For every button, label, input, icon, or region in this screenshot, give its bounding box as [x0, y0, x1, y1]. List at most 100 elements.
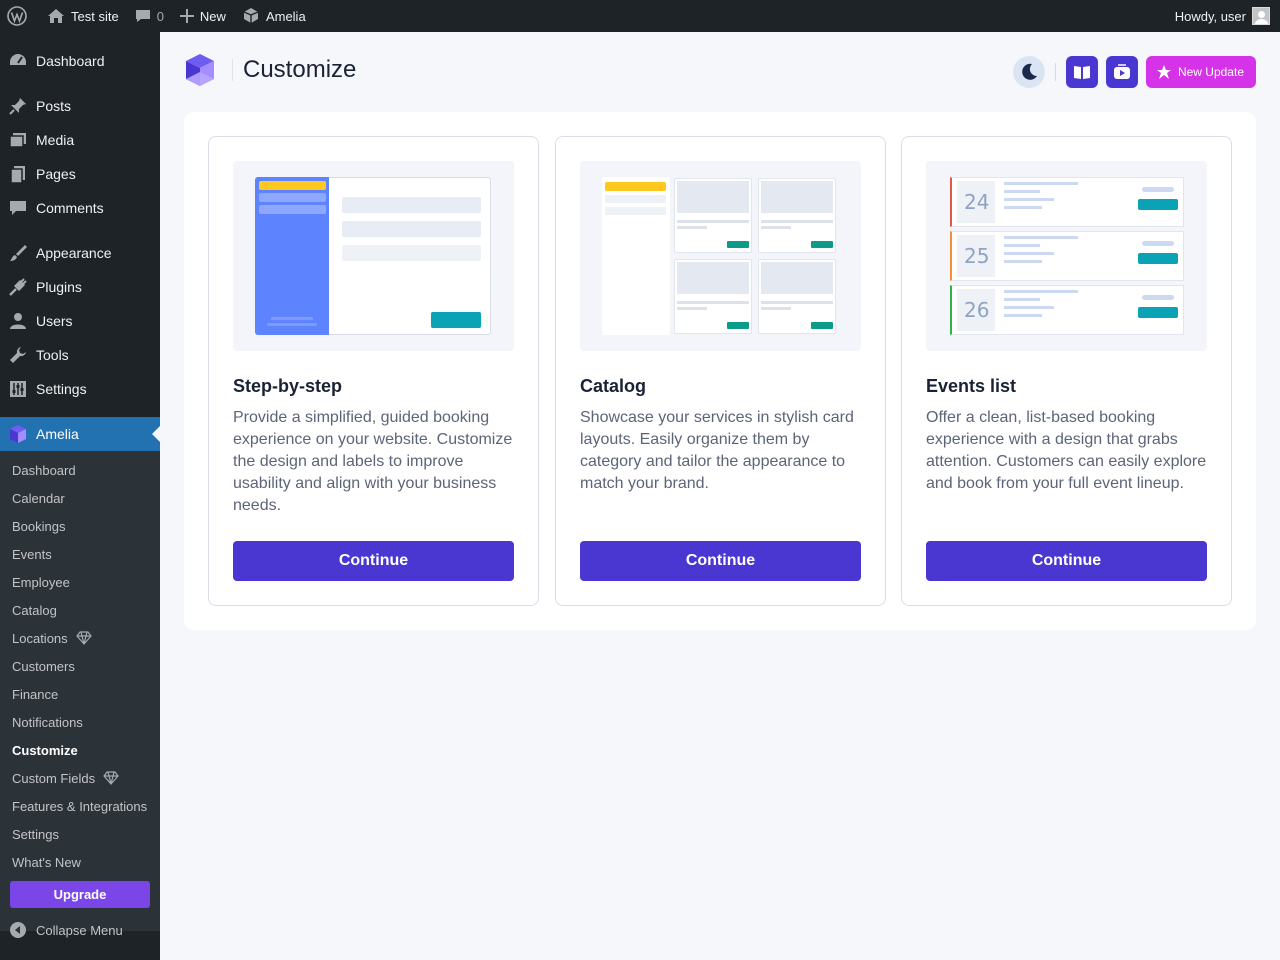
submenu-customers[interactable]: Customers — [12, 652, 75, 680]
sidebar-item-label: Plugins — [36, 279, 82, 295]
sparkle-icon — [1156, 65, 1171, 79]
comment-icon — [135, 10, 150, 22]
sidebar-item-tools[interactable]: Tools — [0, 338, 160, 372]
submenu-employee[interactable]: Employee — [12, 568, 70, 596]
submenu-custom-fields[interactable]: Custom Fields — [12, 764, 119, 792]
submenu-features-integrations[interactable]: Features & Integrations — [12, 792, 147, 820]
site-name: Test site — [71, 8, 119, 24]
card-description: Showcase your services in stylish card l… — [580, 409, 854, 492]
header-tools: New Update — [1012, 56, 1256, 88]
howdy-text: Howdy, user — [1174, 8, 1246, 24]
sidebar-item-label: Appearance — [36, 245, 112, 261]
video-tutorials-button[interactable] — [1105, 56, 1138, 88]
submenu-label: Customers — [12, 658, 75, 674]
submenu-events[interactable]: Events — [12, 540, 52, 568]
amelia-logo-icon — [0, 424, 36, 444]
amelia-submenu: Dashboard Calendar Bookings Events Emplo… — [0, 451, 160, 931]
submenu-label: Employee — [12, 574, 70, 590]
new-content-link[interactable]: New — [172, 0, 234, 32]
wrench-icon — [0, 345, 36, 365]
event-day: 26 — [964, 298, 990, 322]
submenu-label: Locations — [12, 630, 68, 646]
sidebar-item-pages[interactable]: Pages — [0, 157, 160, 191]
amelia-icon — [243, 8, 259, 23]
card-title: Events list — [926, 376, 1017, 396]
continue-button[interactable]: Continue — [580, 541, 861, 581]
new-update-label: New Update — [1177, 65, 1244, 79]
sidebar-item-label: Dashboard — [36, 53, 105, 69]
submenu-calendar[interactable]: Calendar — [12, 484, 65, 512]
dashboard-icon — [0, 51, 36, 71]
home-icon — [48, 9, 64, 23]
submenu-label: Dashboard — [12, 462, 76, 478]
sidebar-item-posts[interactable]: Posts — [0, 89, 160, 123]
diamond-icon — [103, 771, 119, 785]
page-title: Customize — [232, 58, 356, 82]
submenu-label: Custom Fields — [12, 770, 96, 786]
sidebar-item-users[interactable]: Users — [0, 304, 160, 338]
sidebar-item-comments[interactable]: Comments — [0, 191, 160, 225]
divider — [1054, 63, 1056, 81]
sidebar-item-label: Media — [36, 132, 75, 148]
sidebar-item-label: Pages — [36, 166, 76, 182]
comments-link[interactable]: 0 — [127, 0, 172, 32]
collapse-menu-button[interactable]: Collapse Menu — [0, 913, 123, 947]
diamond-icon — [75, 631, 92, 645]
sidebar-item-amelia[interactable]: Amelia — [0, 417, 160, 451]
submenu-notifications[interactable]: Notifications — [12, 708, 83, 736]
card-description: Provide a simplified, guided booking exp… — [233, 409, 513, 514]
sidebar-item-settings[interactable]: Settings — [0, 372, 160, 406]
sidebar-item-appearance[interactable]: Appearance — [0, 236, 160, 270]
site-name-link[interactable]: Test site — [35, 0, 127, 32]
catalog-card: Catalog Showcase your services in stylis… — [555, 136, 886, 606]
submenu-label: Catalog — [12, 602, 57, 618]
submenu-dashboard[interactable]: Dashboard — [12, 456, 76, 484]
event-day: 24 — [964, 190, 990, 214]
sidebar-item-label: Users — [36, 313, 73, 329]
upgrade-button[interactable]: Upgrade — [10, 881, 150, 908]
dark-mode-toggle[interactable] — [1012, 56, 1045, 88]
sidebar-item-label: Amelia — [36, 426, 79, 442]
submenu-label: Bookings — [12, 518, 66, 534]
submenu-settings[interactable]: Settings — [12, 820, 59, 848]
submenu-label: What's New — [12, 854, 81, 870]
card-title: Catalog — [580, 376, 647, 396]
events-list-preview: 24 25 26 — [926, 161, 1207, 351]
step-by-step-preview — [233, 161, 514, 351]
admin-bar: Test site 0 New Amelia Howdy, user — [0, 0, 1280, 32]
media-icon — [0, 130, 36, 150]
submenu-label: Features & Integrations — [12, 798, 148, 814]
collapse-label: Collapse Menu — [36, 922, 123, 938]
card-description: Offer a clean, list-based booking experi… — [926, 409, 1207, 492]
submenu-label: Settings — [12, 826, 59, 842]
documentation-button[interactable] — [1065, 56, 1098, 88]
sidebar-item-label: Tools — [36, 347, 69, 363]
plug-icon — [0, 277, 36, 297]
wordpress-logo-icon[interactable] — [0, 0, 35, 32]
submenu-finance[interactable]: Finance — [12, 680, 58, 708]
submenu-whats-new[interactable]: What's New — [12, 848, 81, 876]
new-update-button[interactable]: New Update — [1145, 56, 1256, 88]
sidebar-item-label: Settings — [36, 381, 87, 397]
amelia-adminbar-link[interactable]: Amelia — [234, 0, 314, 32]
my-account-link[interactable]: Howdy, user — [1167, 0, 1280, 32]
submenu-customize[interactable]: Customize — [12, 736, 78, 764]
sidebar-item-media[interactable]: Media — [0, 123, 160, 157]
sliders-icon — [0, 379, 36, 399]
plus-icon — [179, 9, 194, 23]
submenu-bookings[interactable]: Bookings — [12, 512, 65, 540]
continue-button[interactable]: Continue — [926, 541, 1207, 581]
collapse-arrow-icon — [0, 921, 36, 939]
avatar — [1252, 7, 1270, 25]
page-header: Customize — [184, 52, 356, 88]
submenu-label: Finance — [12, 686, 59, 702]
submenu-locations[interactable]: Locations — [12, 624, 92, 652]
pages-icon — [0, 164, 36, 184]
submenu-label: Customize — [12, 742, 78, 758]
continue-button[interactable]: Continue — [233, 541, 514, 581]
sidebar-item-dashboard[interactable]: Dashboard — [0, 44, 160, 78]
user-icon — [0, 311, 36, 331]
sidebar-item-plugins[interactable]: Plugins — [0, 270, 160, 304]
submenu-catalog[interactable]: Catalog — [12, 596, 57, 624]
submenu-label: Notifications — [12, 714, 83, 730]
